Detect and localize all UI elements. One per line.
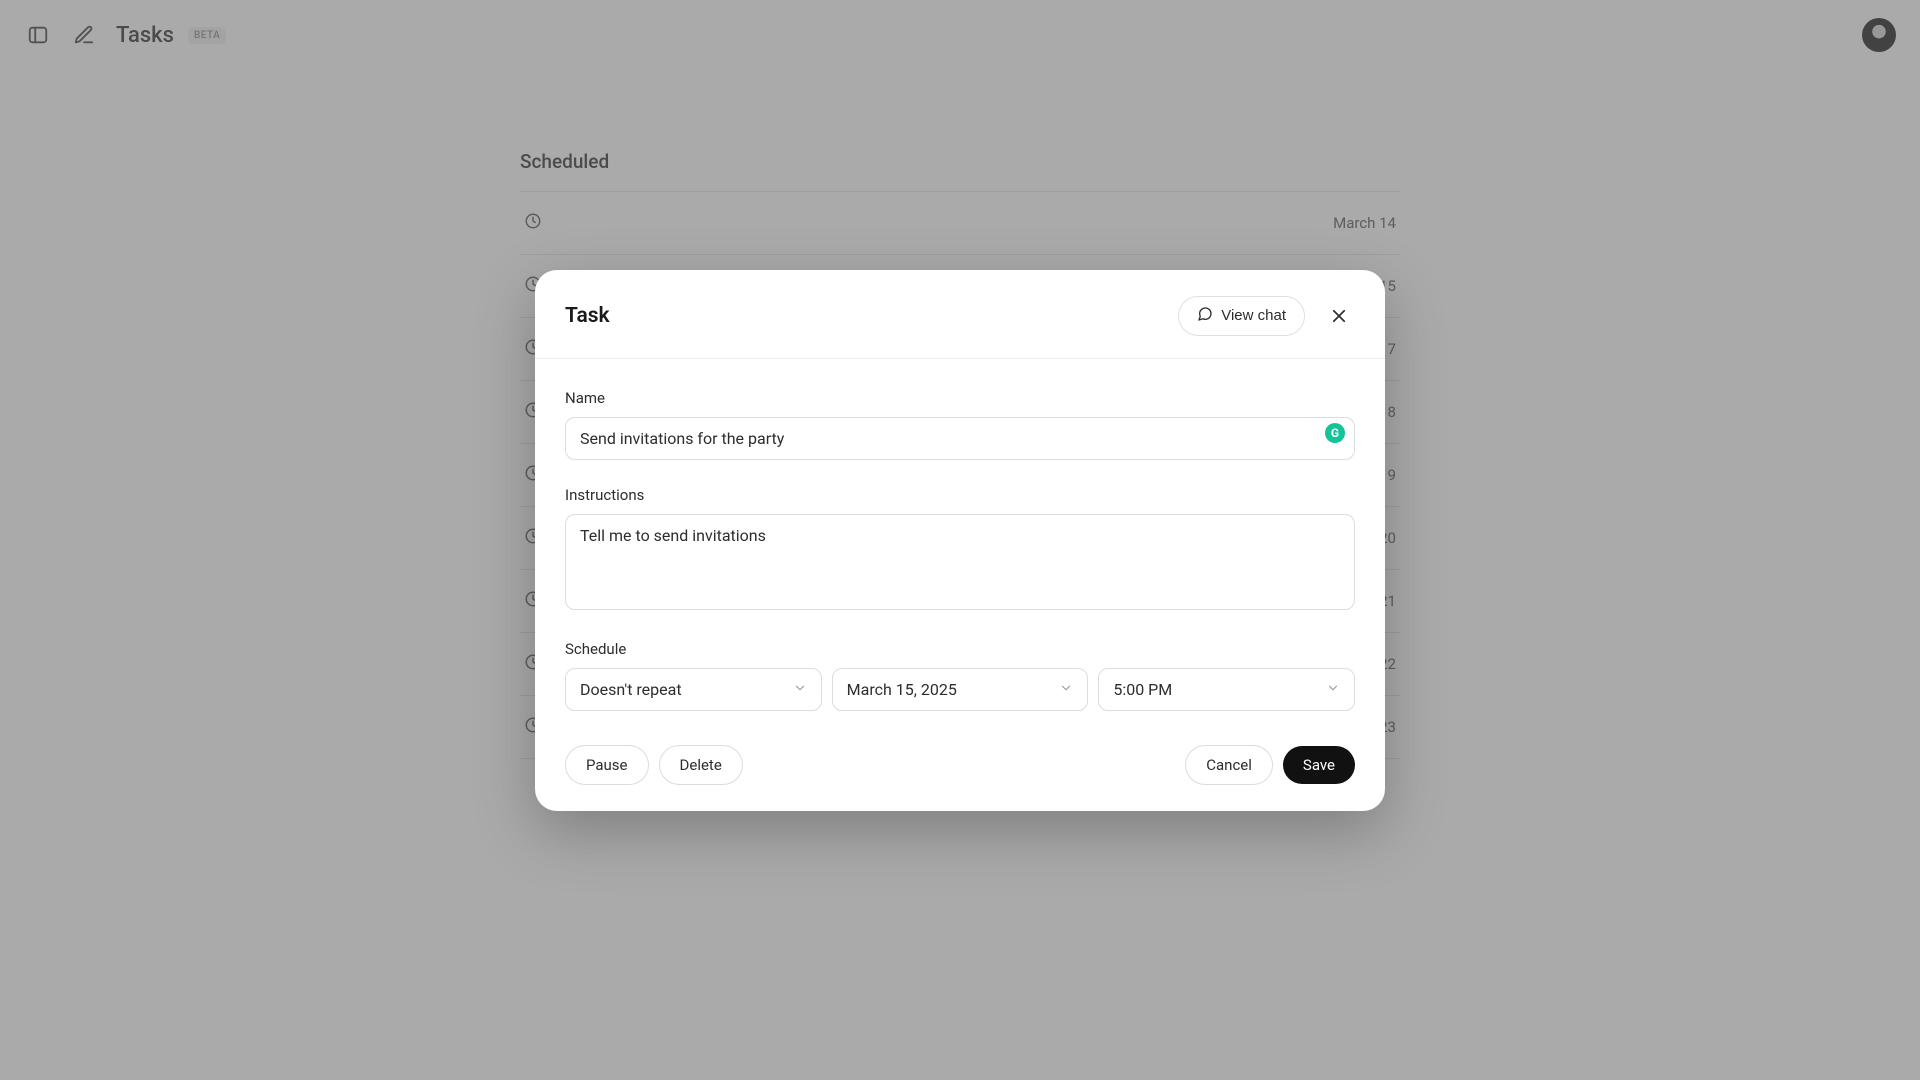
view-chat-button[interactable]: View chat bbox=[1178, 296, 1305, 336]
schedule-label: Schedule bbox=[565, 640, 1355, 658]
repeat-value: Doesn't repeat bbox=[580, 680, 682, 699]
repeat-select[interactable]: Doesn't repeat bbox=[565, 668, 822, 711]
chevron-down-icon bbox=[1059, 680, 1073, 699]
instructions-input[interactable] bbox=[565, 514, 1355, 610]
time-value: 5:00 PM bbox=[1113, 680, 1172, 699]
name-label: Name bbox=[565, 389, 1355, 407]
pause-button[interactable]: Pause bbox=[565, 745, 649, 785]
instructions-wrap bbox=[565, 514, 1355, 614]
time-select[interactable]: 5:00 PM bbox=[1098, 668, 1355, 711]
chat-icon bbox=[1197, 306, 1213, 326]
cancel-button[interactable]: Cancel bbox=[1185, 745, 1273, 785]
chevron-down-icon bbox=[793, 680, 807, 699]
name-input[interactable] bbox=[565, 417, 1355, 460]
modal-footer: Pause Delete Cancel Save bbox=[565, 745, 1355, 785]
grammarly-icon: G bbox=[1325, 423, 1345, 443]
save-button[interactable]: Save bbox=[1283, 746, 1355, 784]
name-input-wrap: G bbox=[565, 417, 1355, 460]
delete-button[interactable]: Delete bbox=[659, 745, 743, 785]
schedule-row: Doesn't repeat March 15, 2025 5:00 PM bbox=[565, 668, 1355, 711]
view-chat-label: View chat bbox=[1221, 307, 1286, 324]
modal-title: Task bbox=[565, 304, 610, 328]
modal-header: Task View chat bbox=[535, 270, 1385, 359]
task-modal: Task View chat Name G Instructions Sched… bbox=[535, 270, 1385, 811]
modal-body: Name G Instructions Schedule Doesn't rep… bbox=[535, 359, 1385, 811]
date-value: March 15, 2025 bbox=[847, 680, 957, 699]
instructions-label: Instructions bbox=[565, 486, 1355, 504]
date-select[interactable]: March 15, 2025 bbox=[832, 668, 1089, 711]
modal-overlay[interactable]: Task View chat Name G Instructions Sched… bbox=[0, 0, 1920, 1080]
close-button[interactable] bbox=[1323, 300, 1355, 332]
close-icon bbox=[1330, 307, 1348, 325]
chevron-down-icon bbox=[1326, 680, 1340, 699]
